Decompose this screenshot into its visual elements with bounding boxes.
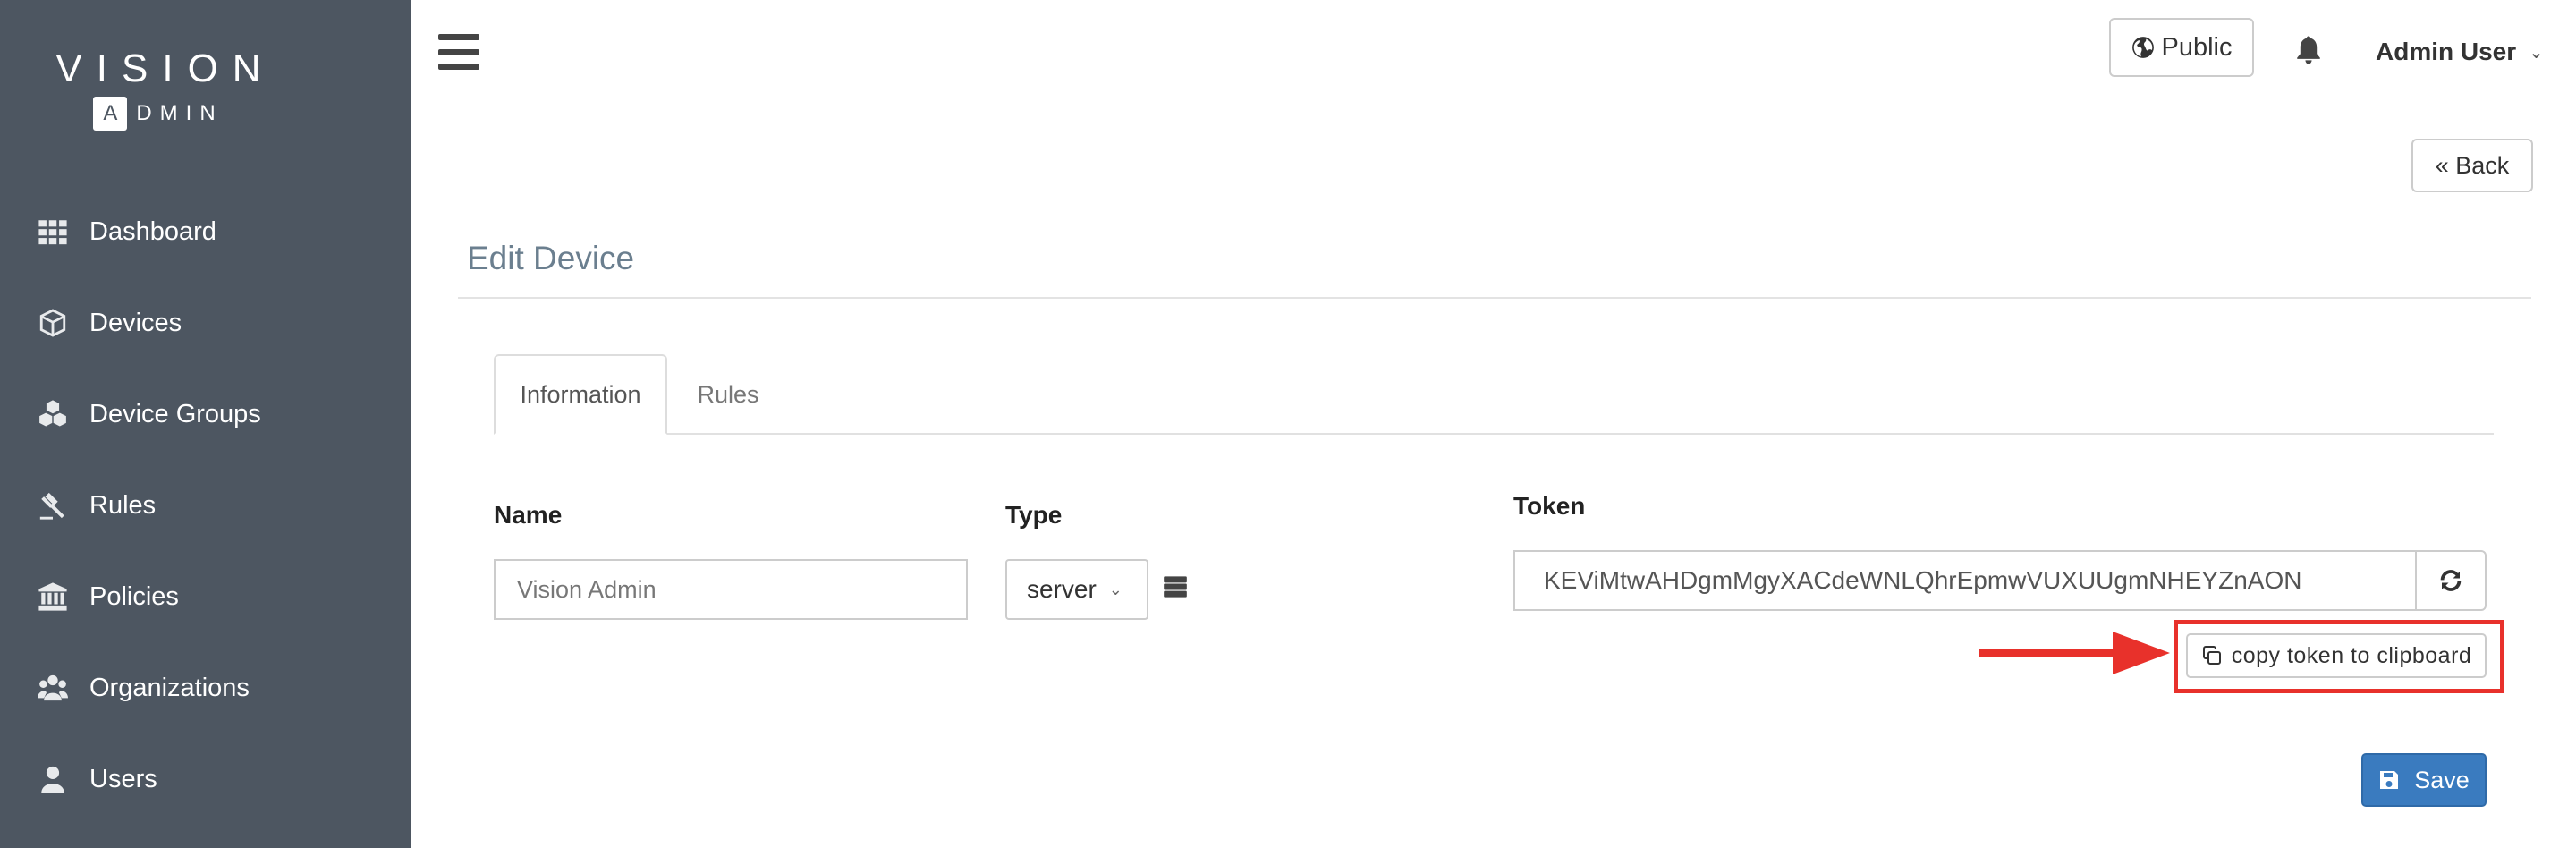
user-menu[interactable]: Admin User ⌄ [2376,36,2544,68]
name-input[interactable]: Vision Admin [494,559,968,620]
sidebar-item-devices[interactable]: Devices [0,277,411,369]
menu-toggle-icon[interactable] [438,34,479,70]
cube-icon [36,306,70,340]
chevron-down-icon: ⌄ [2529,42,2544,63]
refresh-token-button[interactable] [2415,550,2487,611]
sidebar-item-label: Users [89,764,157,793]
annotation-arrow [1979,632,2170,674]
gavel-icon [36,488,70,522]
brand-logo[interactable]: VISION A DMIN [0,47,317,131]
page-title: Edit Device [467,240,635,276]
chevron-down-icon: ⌄ [1108,580,1123,598]
token-field-group: KEViMtwAHDgmMgyXACdeWNLQhrEpmwVUXUUgmNHE… [1513,550,2487,611]
copy-token-label: copy token to clipboard [2231,642,2472,668]
save-button[interactable]: Save [2361,753,2487,807]
tabs-divider [494,433,2494,435]
server-icon [1163,574,1188,599]
divider [458,297,2531,299]
public-button[interactable]: Public [2109,18,2254,77]
type-value: server [1027,575,1097,603]
public-label: Public [2161,32,2233,62]
sidebar-item-label: Dashboard [89,216,216,246]
refresh-icon [2440,570,2462,591]
sidebar-item-label: Device Groups [89,399,261,428]
sidebar-item-label: Rules [89,490,157,520]
sidebar-nav: Dashboard Devices Device Groups Rules Po… [0,186,411,825]
sidebar-item-organizations[interactable]: Organizations [0,642,411,734]
copy-token-button[interactable]: copy token to clipboard [2186,633,2487,678]
token-label: Token [1513,492,1586,520]
sidebar: VISION A DMIN Dashboard Devices Device Gr… [0,0,411,848]
brand-subtitle-rest: DMIN [136,101,224,125]
sidebar-item-dashboard[interactable]: Dashboard [0,186,411,277]
user-name: Admin User [2376,38,2517,65]
brand-subtitle-box: A [93,97,128,131]
save-label: Save [2414,766,2470,793]
sidebar-item-label: Organizations [89,673,250,702]
token-input[interactable]: KEViMtwAHDgmMgyXACdeWNLQhrEpmwVUXUUgmNHE… [1513,550,2415,611]
type-label: Type [1005,501,1063,529]
sidebar-item-users[interactable]: Users [0,734,411,825]
back-button[interactable]: « Back [2411,139,2533,192]
bank-icon [36,580,70,614]
copy-icon [2202,646,2221,665]
type-select[interactable]: server ⌄ [1005,559,1148,620]
floppy-disk-icon [2380,771,2399,789]
globe-icon [2131,37,2154,58]
sidebar-item-label: Policies [89,581,179,611]
tab-rules[interactable]: Rules [683,354,773,435]
sidebar-item-device-groups[interactable]: Device Groups [0,369,411,460]
tab-information[interactable]: Information [494,354,667,435]
grid-icon [36,215,70,249]
brand-subtitle: A DMIN [0,97,317,131]
users-group-icon [36,671,70,705]
sidebar-item-policies[interactable]: Policies [0,551,411,642]
bell-icon[interactable] [2293,34,2324,66]
brand-title: VISION [55,47,275,90]
name-label: Name [494,501,563,529]
sidebar-item-rules[interactable]: Rules [0,460,411,551]
cubes-icon [36,397,70,431]
sidebar-item-label: Devices [89,308,182,337]
user-icon [36,762,70,796]
